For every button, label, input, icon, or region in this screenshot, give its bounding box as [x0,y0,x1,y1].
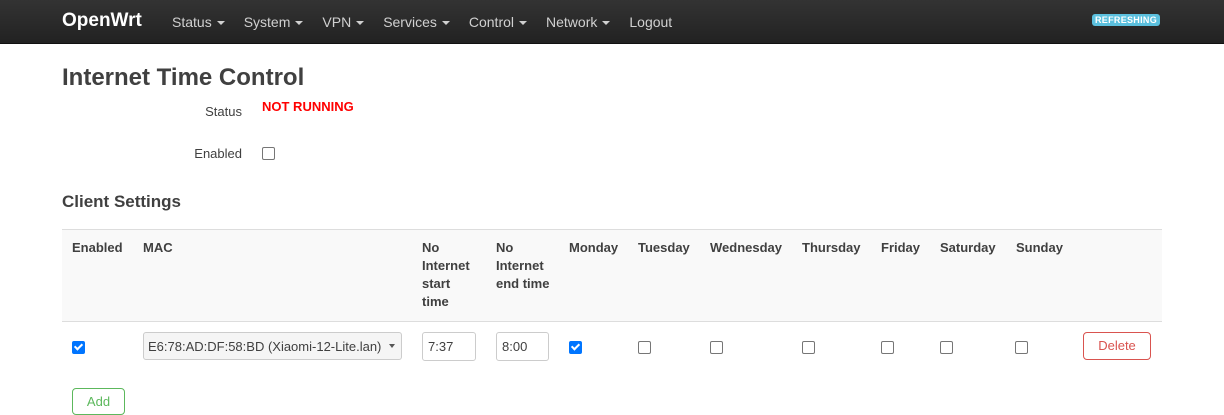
section-title: Client Settings [62,192,182,211]
wednesday-checkbox[interactable] [710,341,723,354]
caret-down-icon [295,21,304,26]
sunday-checkbox[interactable] [1015,341,1028,354]
caret-down-icon [356,21,365,26]
monday-checkbox[interactable] [569,341,582,354]
caret-down-icon [602,21,611,26]
thursday-checkbox[interactable] [802,341,815,354]
caret-down-icon [519,21,528,26]
mac-select[interactable]: E6:78:AD:DF:58:BD (Xiaomi-12-Lite.lan) [143,332,402,360]
menu-system[interactable]: System [244,14,304,30]
refreshing-badge[interactable]: REFRESHING [1092,14,1161,26]
friday-checkbox[interactable] [881,341,894,354]
enabled-checkbox[interactable] [262,147,275,160]
start-time-input[interactable]: 7:37 [422,332,476,361]
menu-control[interactable]: Control [469,14,528,30]
saturday-checkbox[interactable] [940,341,953,354]
col-thursday: Thursday [802,240,861,255]
col-monday: Monday [569,240,619,255]
col-tuesday: Tuesday [638,240,690,255]
brand-logo[interactable]: OpenWrt [62,10,142,32]
menu-vpn[interactable]: VPN [322,14,365,30]
menu-logout[interactable]: Logout [629,14,672,30]
delete-button[interactable]: Delete [1083,332,1151,360]
menu-services[interactable]: Services [383,14,450,30]
col-enabled: Enabled [72,240,123,255]
end-time-input[interactable]: 8:00 [496,332,549,361]
row-enabled-checkbox[interactable] [72,341,85,354]
col-start-time: No Internet start time [422,240,470,309]
status-label: Status [205,104,242,119]
main-menu: Status System VPN Services Control Netwo… [172,14,691,30]
page-title: Internet Time Control [62,64,305,91]
status-value: NOT RUNNING [262,99,354,114]
enabled-label: Enabled [194,146,242,161]
caret-down-icon [441,21,450,26]
col-end-time: No Internet end time [496,240,550,291]
col-wednesday: Wednesday [710,240,783,255]
menu-status[interactable]: Status [172,14,225,30]
top-navbar: OpenWrt Status System VPN Services Contr… [0,0,1224,44]
col-saturday: Saturday [940,240,996,255]
col-friday: Friday [881,240,921,255]
select-caret-icon [389,344,395,348]
caret-down-icon [216,21,225,26]
tuesday-checkbox[interactable] [638,341,651,354]
col-sunday: Sunday [1016,240,1063,255]
menu-network[interactable]: Network [546,14,611,30]
add-button[interactable]: Add [72,388,125,415]
col-mac: MAC [143,240,173,255]
